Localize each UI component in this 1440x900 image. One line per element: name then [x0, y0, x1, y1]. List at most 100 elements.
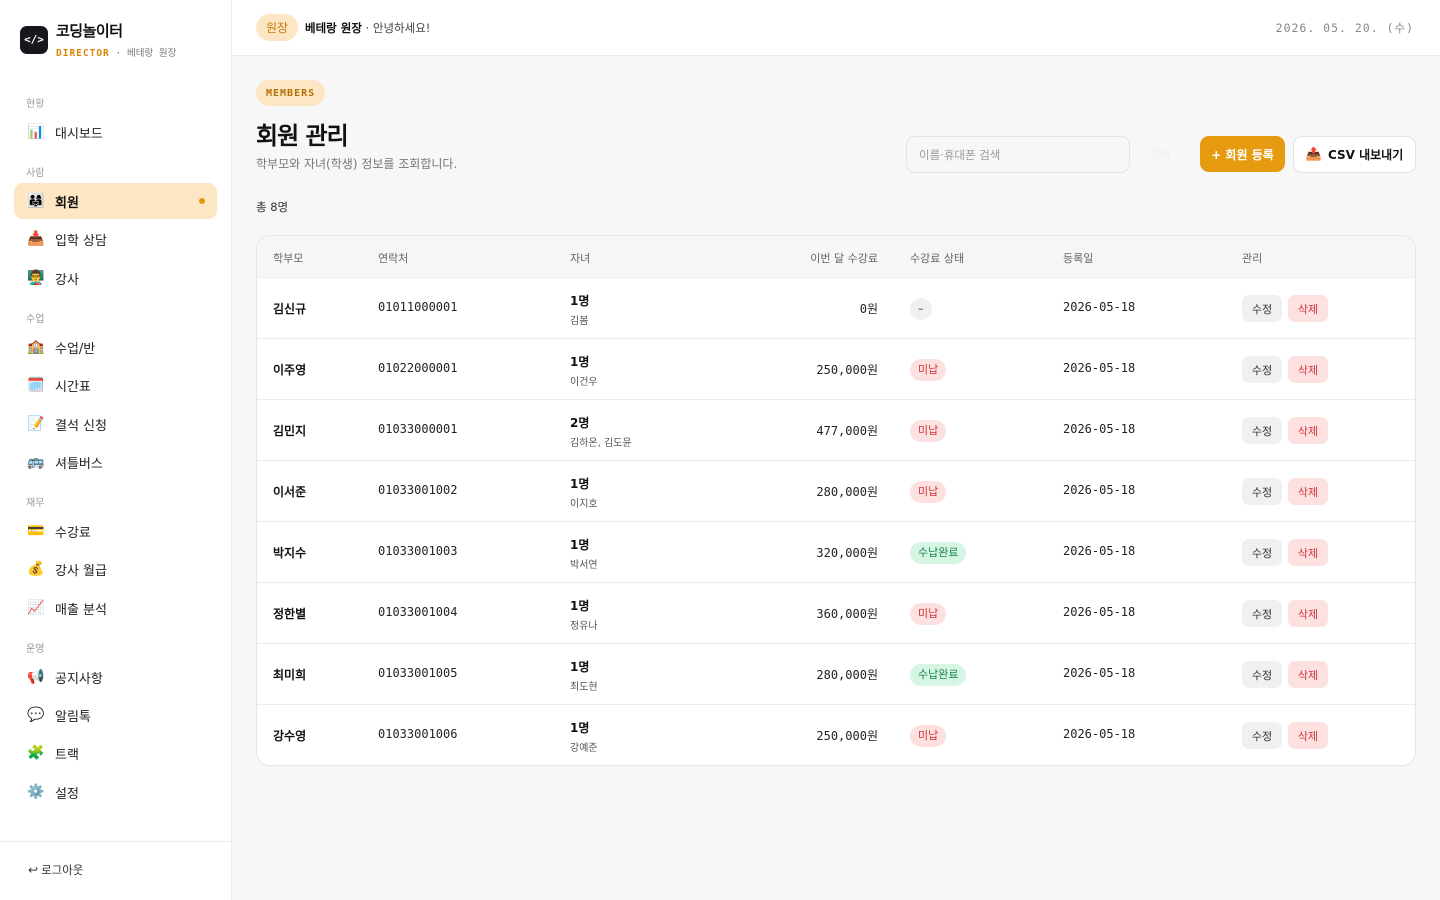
family-icon: 👨‍👩‍👧: [27, 193, 45, 209]
sidebar-item-alimtalk[interactable]: 💬 알림톡: [14, 697, 217, 733]
monthly-fee: 250,000원: [816, 729, 878, 743]
delete-button[interactable]: 삭제: [1288, 356, 1328, 383]
sidebar-item-payroll[interactable]: 💰 강사 월급: [14, 551, 217, 587]
outbox-tray-icon: 📤: [1305, 147, 1322, 162]
edit-button[interactable]: 수정: [1242, 295, 1282, 322]
row-actions: 수정 삭제: [1242, 356, 1328, 383]
puzzle-icon: 🧩: [27, 745, 45, 761]
delete-button[interactable]: 삭제: [1288, 600, 1328, 627]
sidebar-item-label: 셔틀버스: [55, 456, 103, 472]
sidebar-item-settings[interactable]: ⚙️ 설정: [14, 774, 217, 810]
sidebar-item-label: 설정: [55, 786, 79, 802]
active-indicator-dot: [199, 198, 205, 204]
export-csv-button[interactable]: 📤 CSV 내보내기: [1293, 136, 1416, 173]
sidebar-item-shuttle[interactable]: 🚌 셔틀버스: [14, 444, 217, 480]
sidebar-item-label: 대시보드: [55, 126, 103, 142]
brand-role: DIRECTOR: [56, 48, 110, 59]
sidebar-item-members[interactable]: 👨‍👩‍👧 회원: [14, 183, 217, 219]
total-count: 총 8명: [256, 200, 289, 214]
register-member-button[interactable]: + 회원 등록: [1200, 136, 1285, 172]
table-row: 박지수 01033001003 1명 박서연 320,000원 수납완료 2026-05-1…: [257, 522, 1415, 583]
children-names: 정유나: [570, 621, 598, 632]
children-cell: 1명 김봄: [570, 292, 589, 327]
delete-button[interactable]: 삭제: [1288, 661, 1328, 688]
search-input[interactable]: [906, 136, 1130, 173]
parent-name: 김민지: [273, 424, 307, 438]
delete-button[interactable]: 삭제: [1288, 295, 1328, 322]
brand-owner: 베테랑 원장: [126, 48, 177, 59]
edit-button[interactable]: 수정: [1242, 600, 1282, 627]
registered-date: 2026-05-18: [1063, 727, 1136, 741]
sidebar-item-classes[interactable]: 🏫 수업/반: [14, 329, 217, 365]
brand-separator: ·: [115, 48, 122, 59]
monthly-fee: 280,000원: [816, 485, 878, 499]
speech-bubble-icon: 💬: [27, 707, 45, 723]
edit-button[interactable]: 수정: [1242, 661, 1282, 688]
sidebar-item-label: 알림톡: [55, 709, 91, 725]
search-button[interactable]: 검색: [1150, 146, 1170, 162]
sidebar-item-tracks[interactable]: 🧩 트랙: [14, 735, 217, 771]
sidebar-item-tuition[interactable]: 💳 수강료: [14, 513, 217, 549]
registered-date: 2026-05-18: [1063, 605, 1136, 619]
table-row: 이서준 01033001002 1명 이지호 280,000원 미납 2026-05-18 수…: [257, 461, 1415, 522]
status-cell: –: [910, 297, 932, 320]
sidebar-item-sales-analysis[interactable]: 📈 매출 분석: [14, 590, 217, 626]
brand[interactable]: </> 코딩놀이터 DIRECTOR · 베테랑 원장: [20, 20, 176, 59]
monthly-fee: 360,000원: [816, 607, 878, 621]
status-badge: 미납: [910, 359, 947, 381]
nav-section-operations: 운영: [26, 644, 45, 655]
children-names: 김봄: [570, 316, 589, 327]
edit-button[interactable]: 수정: [1242, 356, 1282, 383]
current-date: 2026. 05. 20. (수): [1275, 21, 1414, 35]
logout-arrow-icon: ↩: [28, 863, 39, 877]
memo-icon: 📝: [27, 416, 45, 432]
registered-date: 2026-05-18: [1063, 300, 1136, 314]
parent-name: 이주영: [273, 363, 307, 377]
status-cell: 수납완료: [910, 663, 967, 686]
children-count: 1명: [570, 721, 590, 735]
delete-button[interactable]: 삭제: [1288, 478, 1328, 505]
edit-button[interactable]: 수정: [1242, 722, 1282, 749]
edit-button[interactable]: 수정: [1242, 478, 1282, 505]
delete-button[interactable]: 삭제: [1288, 722, 1328, 749]
table-row: 강수영 01033001006 1명 강예준 250,000원 미납 2026-05-18 수…: [257, 705, 1415, 765]
status-badge: –: [910, 298, 932, 320]
edit-button[interactable]: 수정: [1242, 539, 1282, 566]
row-actions: 수정 삭제: [1242, 417, 1328, 444]
sidebar-item-label: 매출 분석: [55, 602, 107, 618]
row-actions: 수정 삭제: [1242, 295, 1328, 322]
sidebar-item-admission[interactable]: 📥 입학 상담: [14, 221, 217, 257]
table-row: 정한별 01033001004 1명 정유나 360,000원 미납 2026-05-18 수…: [257, 583, 1415, 644]
children-count: 1명: [570, 599, 590, 613]
export-csv-label: CSV 내보내기: [1327, 148, 1404, 162]
sidebar-item-notices[interactable]: 📢 공지사항: [14, 659, 217, 695]
column-header-parent: 학부모: [273, 252, 304, 265]
sidebar-item-dashboard[interactable]: 📊 대시보드: [14, 114, 217, 150]
row-actions: 수정 삭제: [1242, 600, 1328, 627]
phone-number: 01033001003: [378, 544, 458, 558]
sidebar-item-teachers[interactable]: 👨‍🏫 강사: [14, 260, 217, 296]
children-count: 1명: [570, 477, 590, 491]
delete-button[interactable]: 삭제: [1288, 539, 1328, 566]
user-name: 베테랑 원장: [305, 21, 362, 35]
sidebar-item-label: 입학 상담: [55, 233, 107, 249]
monthly-fee: 280,000원: [816, 668, 878, 682]
nav-section-classes: 수업: [26, 314, 45, 325]
greeting: 베테랑 원장 · 안녕하세요!: [305, 20, 430, 36]
sidebar-divider: [0, 841, 231, 842]
column-header-status: 수강료 상태: [910, 252, 965, 265]
edit-button[interactable]: 수정: [1242, 417, 1282, 444]
greeting-text: · 안녕하세요!: [361, 21, 431, 35]
gear-icon: ⚙️: [27, 784, 45, 800]
sidebar-item-label: 강사: [55, 272, 79, 288]
sidebar-item-timetable[interactable]: 🗓️ 시간표: [14, 367, 217, 403]
sidebar-item-absence[interactable]: 📝 결석 신청: [14, 406, 217, 442]
status-cell: 미납: [910, 724, 947, 747]
delete-button[interactable]: 삭제: [1288, 417, 1328, 444]
row-actions: 수정 삭제: [1242, 539, 1328, 566]
logout-button[interactable]: ↩ 로그아웃: [28, 862, 83, 878]
parent-name: 이서준: [273, 485, 307, 499]
row-actions: 수정 삭제: [1242, 661, 1328, 688]
megaphone-icon: 📢: [27, 669, 45, 685]
children-count: 1명: [570, 538, 590, 552]
